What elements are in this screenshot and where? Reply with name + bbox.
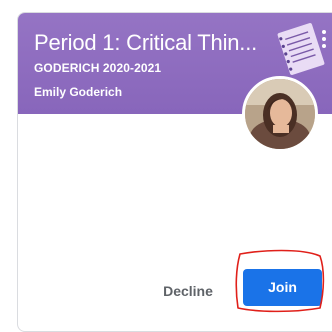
- more-options-button[interactable]: [314, 27, 332, 51]
- avatar-photo-icon: [245, 79, 315, 149]
- invite-actions: Decline Join: [18, 263, 332, 313]
- class-title[interactable]: Period 1: Critical Thin...: [34, 29, 274, 57]
- decline-button[interactable]: Decline: [148, 273, 228, 309]
- class-card: Period 1: Critical Thin... GODERICH 2020…: [17, 12, 332, 332]
- class-owner[interactable]: Emily Goderich: [34, 85, 122, 99]
- class-section: GODERICH 2020-2021: [34, 61, 162, 75]
- teacher-avatar[interactable]: [242, 76, 318, 152]
- join-button[interactable]: Join: [243, 269, 322, 306]
